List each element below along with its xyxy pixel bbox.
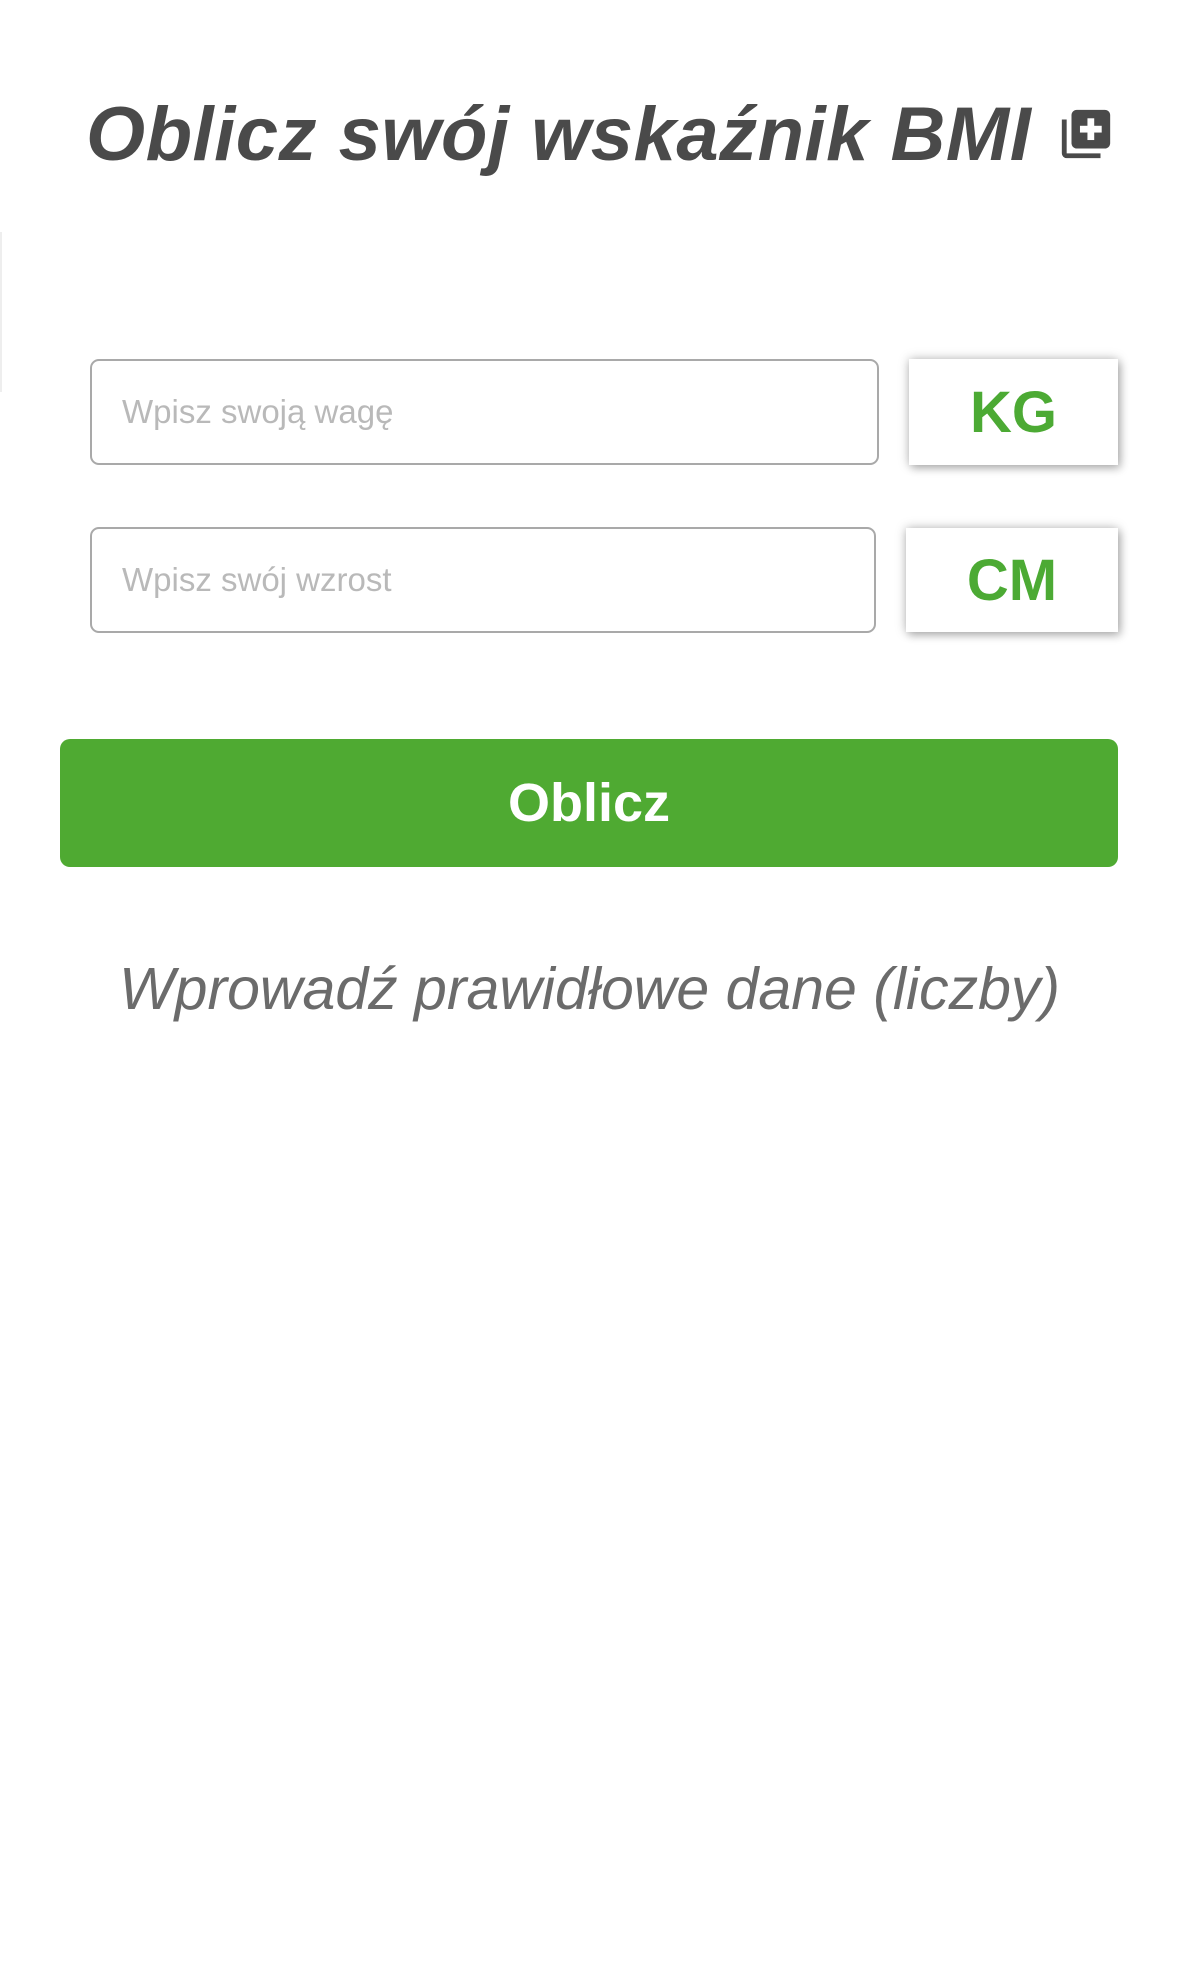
medical-plus-copy-icon[interactable] bbox=[1057, 105, 1115, 163]
validation-message: Wprowadź prawidłowe dane (liczby) bbox=[118, 956, 1061, 1022]
header: Oblicz swój wskaźnik BMI bbox=[86, 86, 1115, 182]
height-input[interactable] bbox=[90, 527, 876, 633]
left-edge-divider bbox=[0, 232, 2, 392]
weight-input[interactable] bbox=[90, 359, 879, 465]
unit-kg-button[interactable]: KG bbox=[909, 359, 1118, 465]
page-title: Oblicz swój wskaźnik BMI bbox=[86, 91, 1032, 177]
unit-cm-button[interactable]: CM bbox=[906, 528, 1118, 632]
calculate-button[interactable]: Oblicz bbox=[60, 739, 1118, 867]
